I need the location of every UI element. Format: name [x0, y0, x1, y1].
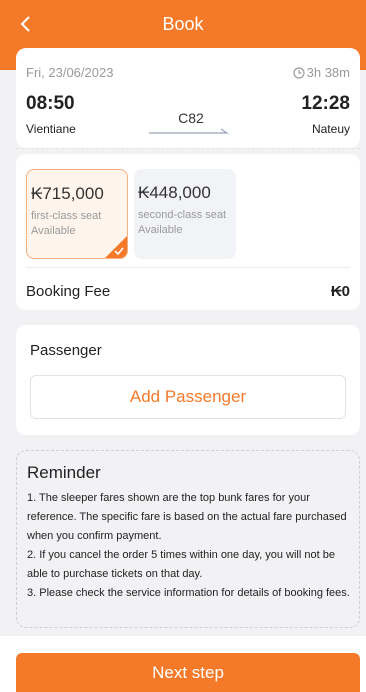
passenger-card: Passenger Add Passenger: [16, 325, 360, 435]
clock-icon: [293, 66, 305, 79]
page-title: Book: [162, 13, 204, 34]
trip-date: Fri, 23/06/2023: [26, 65, 114, 80]
add-passenger-button[interactable]: Add Passenger: [30, 375, 346, 419]
reminder-item: 2. If you cancel the order 5 times withi…: [27, 549, 335, 580]
card-divider: [16, 148, 360, 149]
reminder-item: 3. Please check the service information …: [27, 587, 350, 599]
trip-info-card: Fri, 23/06/2023 3h 38m 08:50 12:28 C82 V…: [16, 48, 360, 148]
train-number: C82: [178, 110, 204, 126]
next-step-button[interactable]: Next step: [16, 653, 360, 692]
reminder-item: 1. The sleeper fares shown are the top b…: [27, 492, 347, 542]
seat-availability: Available: [138, 224, 183, 236]
booking-fee-label: Booking Fee: [26, 283, 111, 300]
fee-divider: [26, 267, 350, 268]
chevron-left-icon[interactable]: [14, 12, 38, 36]
header-bar: Book: [0, 0, 366, 48]
arrival-time: 12:28: [301, 93, 350, 114]
arrival-station: Nateuy: [311, 122, 350, 136]
seat-class: first-class seat: [31, 210, 102, 222]
selected-check-icon: [105, 236, 127, 258]
departure-station: Vientiane: [26, 122, 76, 136]
seat-price: ₭448,000: [138, 183, 211, 202]
trip-duration: 3h 38m: [293, 65, 350, 80]
seat-option-first-class[interactable]: ₭715,000 first-class seat Available: [26, 169, 128, 259]
seat-class: second-class seat: [138, 209, 227, 221]
seat-selection-card: ₭715,000 first-class seat Available ₭448…: [16, 154, 360, 310]
seat-price: ₭715,000: [31, 184, 104, 203]
reminder-title: Reminder: [27, 463, 101, 482]
departure-time: 08:50: [26, 93, 75, 114]
booking-fee-value: ₭0: [330, 283, 350, 300]
reminder-box: Reminder 1. The sleeper fares shown are …: [16, 450, 360, 628]
seat-option-second-class[interactable]: ₭448,000 second-class seat Available: [134, 169, 236, 259]
passenger-title: Passenger: [30, 342, 102, 359]
route-arrow-icon: [149, 128, 229, 134]
duration-text: 3h 38m: [306, 65, 350, 80]
